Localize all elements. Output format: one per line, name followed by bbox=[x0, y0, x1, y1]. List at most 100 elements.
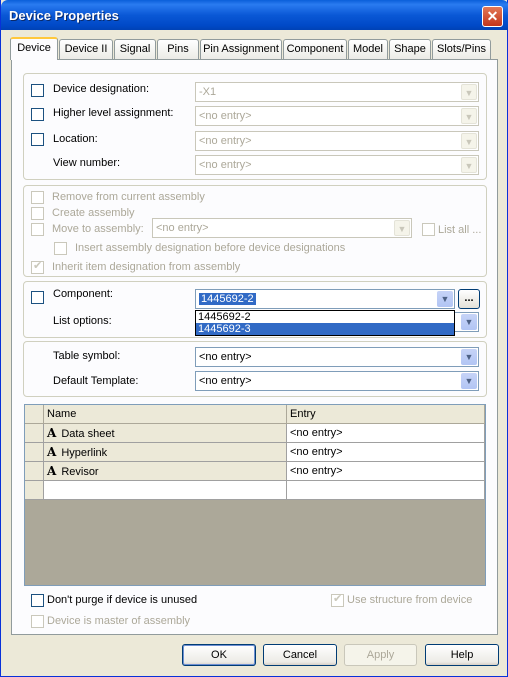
dont-purge-label: Don't purge if device is unused bbox=[47, 594, 198, 606]
higher-level-checkbox[interactable] bbox=[31, 108, 44, 121]
tab-shape[interactable]: Shape bbox=[389, 39, 431, 59]
attribute-icon: A bbox=[47, 445, 57, 459]
list-all-label: List all ... bbox=[438, 224, 482, 236]
tab-pin-assignment[interactable]: Pin Assignment bbox=[200, 39, 282, 59]
chevron-down-icon[interactable]: ▼ bbox=[461, 349, 477, 365]
remove-from-assembly-label: Remove from current assembly bbox=[52, 191, 205, 203]
cancel-button[interactable]: Cancel bbox=[263, 644, 337, 666]
view-number-value: <no entry> bbox=[199, 159, 252, 171]
dropdown-option-highlighted[interactable]: 1445692-3 bbox=[196, 323, 454, 335]
insert-assembly-designation-label: Insert assembly designation before devic… bbox=[75, 242, 346, 254]
create-assembly-label: Create assembly bbox=[52, 207, 135, 219]
higher-level-label: Higher level assignment: bbox=[53, 107, 174, 119]
name-cell: A Hyperlink bbox=[44, 443, 287, 462]
location-value: <no entry> bbox=[199, 135, 252, 147]
move-to-assembly-checkbox[interactable] bbox=[31, 223, 44, 236]
entry-cell[interactable]: <no entry> bbox=[287, 424, 485, 443]
table-header: Name Entry bbox=[25, 405, 485, 424]
view-number-label: View number: bbox=[53, 157, 121, 169]
apply-button[interactable]: Apply bbox=[344, 644, 417, 666]
view-number-combo[interactable]: <no entry> ▼ bbox=[195, 155, 479, 175]
name-cell[interactable] bbox=[44, 481, 287, 500]
device-designation-label: Device designation: bbox=[53, 83, 150, 95]
row-header[interactable] bbox=[25, 443, 44, 462]
entry-cell[interactable] bbox=[287, 481, 485, 500]
attribute-name: Data sheet bbox=[61, 428, 115, 440]
inherit-designation-checkbox[interactable] bbox=[31, 259, 44, 274]
default-template-combo[interactable]: <no entry> ▼ bbox=[195, 371, 479, 391]
window-title: Device Properties bbox=[9, 8, 119, 23]
tab-slots-pins[interactable]: Slots/Pins bbox=[432, 39, 491, 59]
device-designation-checkbox[interactable] bbox=[31, 84, 44, 97]
chevron-down-icon[interactable]: ▼ bbox=[461, 108, 477, 124]
attribute-name: Revisor bbox=[61, 466, 99, 478]
dropdown-option[interactable]: 1445692-2 bbox=[196, 311, 454, 323]
component-label: Component: bbox=[53, 288, 113, 300]
table-row[interactable]: A Revisor <no entry> bbox=[25, 462, 485, 481]
chevron-down-icon[interactable]: ▼ bbox=[461, 157, 477, 173]
device-designation-value: -X1 bbox=[199, 86, 217, 98]
table-row[interactable]: A Data sheet <no entry> bbox=[25, 424, 485, 443]
use-structure-label: Use structure from device bbox=[347, 594, 473, 606]
device-master-label: Device is master of assembly bbox=[47, 615, 191, 627]
component-checkbox[interactable] bbox=[31, 291, 44, 304]
chevron-down-icon[interactable]: ▼ bbox=[461, 133, 477, 149]
attribute-icon: A bbox=[47, 464, 57, 478]
attributes-table: Name Entry A Data sheet <no entry> A Hyper… bbox=[24, 404, 486, 586]
chevron-down-icon[interactable]: ▼ bbox=[461, 373, 477, 389]
device-master-checkbox[interactable] bbox=[31, 615, 44, 628]
component-combo[interactable]: 1445692-2 ▼ bbox=[195, 289, 455, 309]
tab-component[interactable]: Component bbox=[283, 39, 347, 59]
browse-component-button[interactable]: ... bbox=[458, 289, 480, 309]
location-combo[interactable]: <no entry> ▼ bbox=[195, 131, 479, 151]
move-to-assembly-combo[interactable]: <no entry> ▼ bbox=[152, 218, 412, 238]
tab-model[interactable]: Model bbox=[348, 39, 388, 59]
create-assembly-checkbox[interactable] bbox=[31, 207, 44, 220]
tab-device[interactable]: Device bbox=[10, 37, 58, 60]
chevron-down-icon[interactable]: ▼ bbox=[461, 84, 477, 100]
row-header[interactable] bbox=[25, 424, 44, 443]
row-header[interactable] bbox=[25, 462, 44, 481]
component-dropdown-list: 1445692-2 1445692-3 bbox=[195, 310, 455, 336]
column-header-entry[interactable]: Entry bbox=[287, 405, 485, 424]
remove-from-assembly-checkbox[interactable] bbox=[31, 191, 44, 204]
attribute-icon: A bbox=[47, 426, 57, 440]
dont-purge-checkbox[interactable] bbox=[31, 594, 44, 607]
column-header-name[interactable]: Name bbox=[44, 405, 287, 424]
use-structure-checkbox[interactable] bbox=[331, 592, 344, 607]
help-button[interactable]: Help bbox=[425, 644, 499, 666]
row-header-corner bbox=[25, 405, 44, 424]
ok-button[interactable]: OK bbox=[182, 644, 256, 666]
name-cell: A Data sheet bbox=[44, 424, 287, 443]
tab-pins[interactable]: Pins bbox=[157, 39, 199, 59]
higher-level-value: <no entry> bbox=[199, 110, 252, 122]
row-header[interactable] bbox=[25, 481, 44, 500]
table-row-empty[interactable] bbox=[25, 481, 485, 500]
title-bar[interactable]: Device Properties ✕ bbox=[1, 0, 508, 30]
list-all-checkbox[interactable] bbox=[422, 223, 435, 236]
higher-level-combo[interactable]: <no entry> ▼ bbox=[195, 106, 479, 126]
device-properties-window: Device Properties ✕ Device Device II Sig… bbox=[0, 0, 508, 677]
entry-cell[interactable]: <no entry> bbox=[287, 443, 485, 462]
device-designation-combo[interactable]: -X1 ▼ bbox=[195, 82, 479, 102]
name-cell: A Revisor bbox=[44, 462, 287, 481]
entry-cell[interactable]: <no entry> bbox=[287, 462, 485, 481]
table-symbol-label: Table symbol: bbox=[53, 350, 121, 362]
chevron-down-icon[interactable]: ▼ bbox=[437, 291, 453, 307]
table-symbol-combo[interactable]: <no entry> ▼ bbox=[195, 347, 479, 367]
insert-assembly-designation-checkbox[interactable] bbox=[54, 242, 67, 255]
component-value: 1445692-2 bbox=[199, 293, 256, 305]
table-row[interactable]: A Hyperlink <no entry> bbox=[25, 443, 485, 462]
default-template-value: <no entry> bbox=[199, 375, 252, 387]
chevron-down-icon[interactable]: ▼ bbox=[394, 220, 410, 236]
tab-device-ii[interactable]: Device II bbox=[59, 39, 113, 59]
default-template-label: Default Template: bbox=[53, 375, 139, 387]
attribute-name: Hyperlink bbox=[61, 447, 108, 459]
tab-signal[interactable]: Signal bbox=[114, 39, 156, 59]
chevron-down-icon[interactable]: ▼ bbox=[461, 314, 477, 330]
table-symbol-value: <no entry> bbox=[199, 351, 252, 363]
location-checkbox[interactable] bbox=[31, 133, 44, 146]
close-icon[interactable]: ✕ bbox=[482, 6, 503, 27]
move-to-assembly-value: <no entry> bbox=[156, 222, 209, 234]
location-label: Location: bbox=[53, 133, 98, 145]
